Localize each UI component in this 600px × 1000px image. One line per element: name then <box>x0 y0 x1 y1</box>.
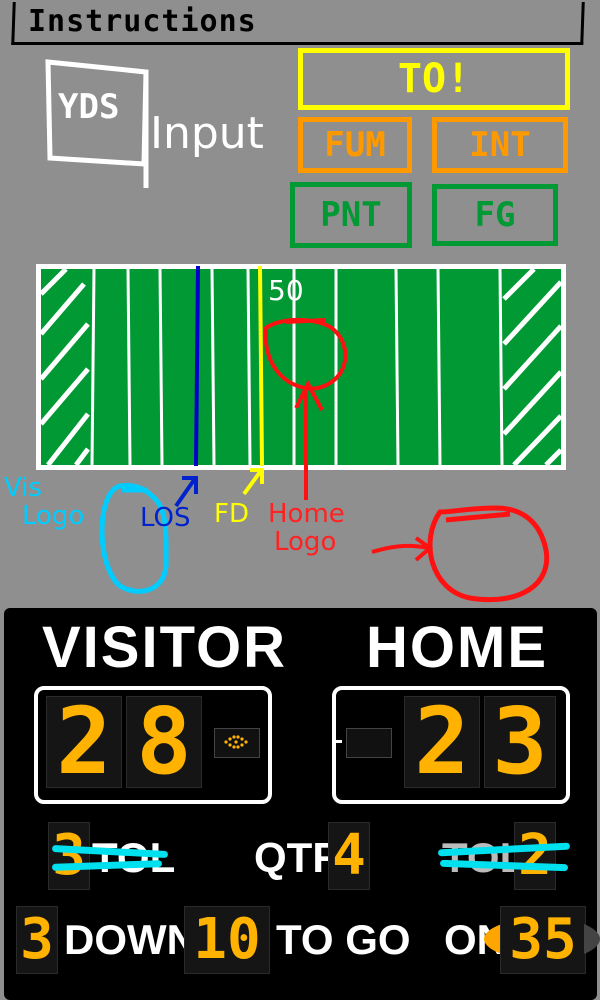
down-label: DOWN <box>64 916 197 963</box>
home-score-tens: 2 <box>404 696 480 788</box>
interception-button[interactable]: INT <box>432 117 568 173</box>
home-timeouts-digit: 2 <box>514 822 556 890</box>
home-score-ones: 3 <box>484 696 556 788</box>
home-logo-placeholder <box>427 505 550 603</box>
home-logo-note: Home Logo <box>268 499 345 557</box>
yds-flag-icon: YDS <box>45 59 149 188</box>
instructions-title: Instructions <box>28 4 257 39</box>
first-down-line <box>258 265 264 467</box>
home-team-label: HOME <box>366 615 548 680</box>
fumble-button[interactable]: FUM <box>298 117 412 173</box>
football-icon <box>224 735 248 749</box>
punt-button[interactable]: PNT <box>290 182 412 248</box>
yds-label: YDS <box>58 87 119 127</box>
down-digit: 3 <box>16 906 58 974</box>
quarter-digit: 4 <box>328 822 370 890</box>
visitor-logo-placeholder <box>99 483 169 594</box>
visitor-tol-label: TOL <box>92 834 176 881</box>
los-note: LOS <box>140 503 191 533</box>
ball-on-digits: 35 <box>500 906 586 974</box>
visitor-score-ones: 8 <box>126 696 202 788</box>
to-go-digits: 10 <box>184 906 270 974</box>
los-arrow <box>174 476 198 508</box>
timeout-button[interactable]: TO! <box>298 48 570 110</box>
home-possession-indicator <box>346 728 392 758</box>
midfield-label: 50 <box>268 274 304 307</box>
football-field-diagram: 50 <box>36 264 566 470</box>
home-logo-label-arrow <box>371 536 434 562</box>
first-down-note: FD <box>214 499 249 529</box>
home-tol-label: TOL <box>442 834 526 881</box>
home-possession-dash <box>334 740 342 743</box>
visitor-timeouts-digit: 3 <box>48 822 90 890</box>
input-label: Input <box>150 108 264 159</box>
ball-on-right-arrow-icon <box>584 924 600 954</box>
visitor-score-tens: 2 <box>46 696 122 788</box>
field-goal-button[interactable]: FG <box>432 184 558 246</box>
to-go-label: TO GO <box>276 916 411 963</box>
line-of-scrimmage <box>194 265 200 467</box>
visitor-logo-note: Vis Logo <box>4 473 85 531</box>
visitor-team-label: VISITOR <box>42 615 287 680</box>
first-down-arrow <box>242 468 264 496</box>
